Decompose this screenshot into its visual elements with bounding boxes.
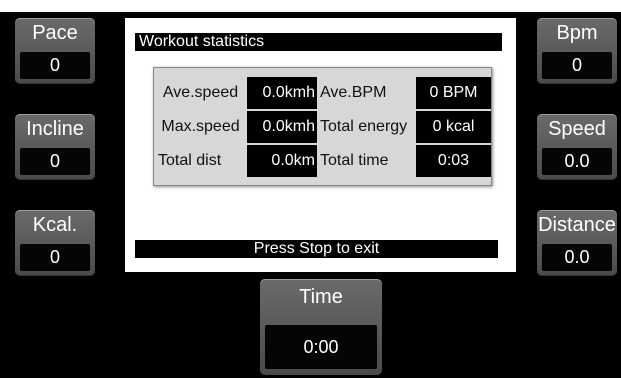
speed-label: Speed <box>548 118 606 140</box>
speed-value: 0.0 <box>542 148 612 175</box>
ave-speed-value: 0.0kmh <box>247 77 317 109</box>
incline-value: 0 <box>20 148 90 175</box>
max-speed-value: 0.0kmh <box>247 111 317 143</box>
max-speed-label: Max.speed <box>161 118 240 135</box>
ave-speed-label: Ave.speed <box>162 84 239 101</box>
total-dist-label: Total dist <box>158 152 222 169</box>
incline-label: Incline <box>26 118 84 140</box>
bpm-label: Bpm <box>556 22 598 44</box>
pace-tile: Pace 0 <box>15 18 95 84</box>
incline-tile: Incline 0 <box>15 114 95 180</box>
bpm-tile: Bpm 0 <box>537 18 617 84</box>
time-value: 0:00 <box>265 325 377 369</box>
total-time-label: Total time <box>320 152 389 169</box>
exit-instruction-bar: Press Stop to exit <box>135 240 498 258</box>
pace-label: Pace <box>32 22 78 44</box>
distance-value: 0.0 <box>542 244 612 271</box>
time-tile: Time 0:00 <box>260 279 382 375</box>
total-energy-label: Total energy <box>320 118 408 135</box>
speed-tile: Speed 0.0 <box>537 114 617 180</box>
time-label: Time <box>299 286 343 308</box>
kcal-value: 0 <box>20 244 90 271</box>
stats-row: Total dist 0.0km Total time 0:03 <box>154 145 491 177</box>
distance-tile: Distance 0.0 <box>537 210 617 276</box>
bpm-value: 0 <box>542 52 612 79</box>
pace-value: 0 <box>20 52 90 79</box>
ave-bpm-label: Ave.BPM <box>320 84 387 101</box>
statistics-table: Ave.speed 0.0kmh Ave.BPM 0 BPM Max.speed… <box>153 67 492 186</box>
top-caption-strip <box>0 0 621 12</box>
stats-row: Ave.speed 0.0kmh Ave.BPM 0 BPM <box>154 77 491 109</box>
treadmill-console-screen: Pace 0 Incline 0 Kcal. 0 Bpm 0 Speed 0.0… <box>0 12 621 378</box>
kcal-label: Kcal. <box>32 214 78 236</box>
total-dist-value: 0.0km <box>247 145 317 177</box>
ave-bpm-value: 0 BPM <box>416 77 491 109</box>
kcal-tile: Kcal. 0 <box>15 210 95 276</box>
workout-statistics-panel: Workout statistics Ave.speed 0.0kmh Ave.… <box>125 18 516 272</box>
distance-label: Distance <box>538 214 616 236</box>
total-time-value: 0:03 <box>416 145 491 177</box>
panel-title: Workout statistics <box>135 33 502 51</box>
stats-row: Max.speed 0.0kmh Total energy 0 kcal <box>154 111 491 143</box>
total-energy-value: 0 kcal <box>416 111 491 143</box>
